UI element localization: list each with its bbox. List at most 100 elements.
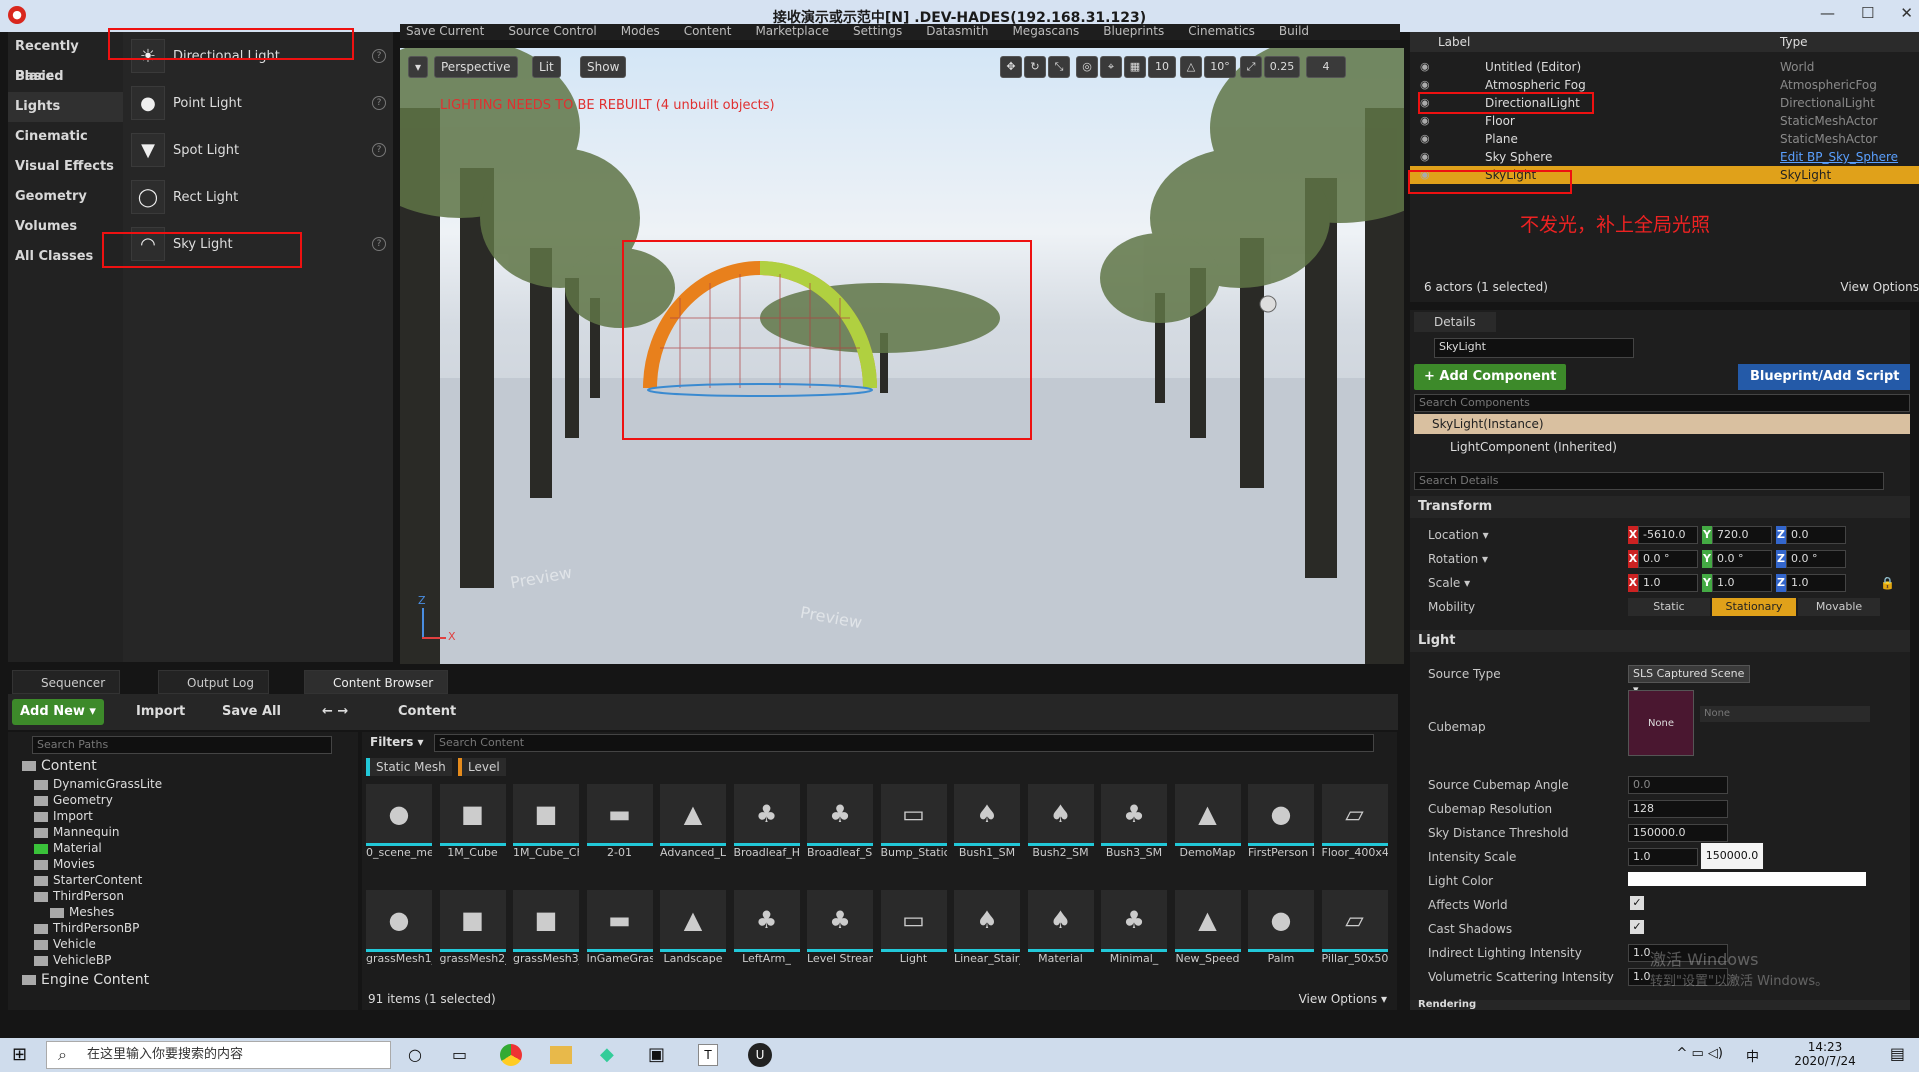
asset-tile[interactable]: ♠ Material — [1027, 890, 1094, 965]
show-button[interactable]: Show — [580, 56, 627, 78]
surface-snap-icon[interactable]: ⌖ — [1100, 56, 1122, 78]
affects-world-checkbox[interactable]: ✓ — [1630, 896, 1644, 910]
blueprint-button[interactable]: Blueprint/Add Script — [1738, 364, 1910, 390]
asset-tile[interactable]: ♣ Bush3_SM — [1101, 784, 1167, 859]
category-all-classes[interactable]: All Classes — [8, 242, 123, 272]
maximize-button[interactable]: ☐ — [1861, 4, 1874, 22]
asset-tile[interactable]: ▲Advanced_Lighting — [660, 784, 726, 859]
visibility-eye-icon[interactable]: ◉ — [1420, 130, 1430, 148]
transform-section[interactable]: Transform — [1410, 496, 1910, 518]
perspective-button[interactable]: Perspective — [434, 56, 518, 78]
asset-tile[interactable]: ▭Bump_Static Mesh — [880, 784, 947, 859]
help-icon[interactable]: ? — [372, 96, 386, 110]
grid-snap-icon[interactable]: ▦ — [1124, 56, 1146, 78]
visibility-eye-icon[interactable]: ◉ — [1420, 166, 1430, 184]
notification-icon[interactable]: ▤ — [1890, 1044, 1905, 1063]
rendering-section[interactable]: Rendering — [1410, 1000, 1910, 1010]
help-icon[interactable]: ? — [372, 237, 386, 251]
asset-tile[interactable]: ●FirstPerson Projectile Mesh — [1248, 784, 1314, 859]
cubemap-asset-dropdown[interactable]: None — [1700, 706, 1870, 722]
rotation-y[interactable]: 0.0 ° — [1712, 550, 1772, 568]
light-section[interactable]: Light — [1410, 630, 1910, 652]
outliner-row-sky-sphere[interactable]: ◉ Sky Sphere Edit BP_Sky_Sphere — [1410, 148, 1919, 166]
component-instance-row[interactable]: SkyLight(Instance) — [1414, 414, 1910, 434]
unreal-engine-icon[interactable]: U — [748, 1043, 772, 1067]
edit-blueprint-link[interactable]: Edit BP_Sky_Sphere — [1780, 148, 1898, 166]
remote-desktop-icon[interactable]: ▣ — [648, 1044, 665, 1065]
light-color-swatch[interactable] — [1628, 872, 1866, 886]
minimize-button[interactable]: — — [1820, 4, 1835, 22]
tree-meshes[interactable]: Meshes — [50, 904, 114, 920]
add-new-button[interactable]: Add New ▾ — [12, 699, 104, 725]
visibility-eye-icon[interactable]: ◉ — [1420, 112, 1430, 130]
asset-tile[interactable]: ■ grassMesh3_ — [513, 890, 579, 965]
asset-tile[interactable]: ▲ DemoMap — [1174, 784, 1241, 859]
tree-thirdpersonbp[interactable]: ThirdPersonBP — [34, 920, 139, 936]
tree-thirdperson[interactable]: ThirdPerson — [34, 888, 124, 904]
grid-snap-value[interactable]: 10 — [1148, 56, 1176, 78]
help-icon[interactable]: ? — [372, 49, 386, 63]
category-recently-placed[interactable]: Recently Placed — [8, 32, 123, 84]
col-type[interactable]: Type — [1780, 35, 1808, 49]
rotation-snap-value[interactable]: 10° — [1204, 56, 1236, 78]
scale-snap-icon[interactable]: ⤢ — [1240, 56, 1262, 78]
asset-tile[interactable]: ■ grassMesh2_ — [439, 890, 506, 965]
asset-tile[interactable]: ♣Broadleaf_Sapling — [807, 784, 873, 859]
scale-z[interactable]: 1.0 — [1786, 574, 1846, 592]
tab-output-log[interactable]: Output Log — [158, 670, 269, 694]
asset-tile[interactable]: ●0_scene_mesh_ — [366, 784, 432, 859]
close-button[interactable]: ✕ — [1900, 4, 1913, 22]
rotation-label[interactable]: Rotation ▾ — [1428, 552, 1488, 566]
category-volumes[interactable]: Volumes — [8, 212, 123, 242]
source-cubemap-angle-field[interactable]: 0.0 — [1628, 776, 1728, 794]
mobility-movable[interactable]: Movable — [1798, 598, 1880, 616]
cubemap-resolution-field[interactable]: 128 — [1628, 800, 1728, 818]
asset-tile[interactable]: ▱Pillar_50x500 — [1321, 890, 1388, 965]
path-breadcrumb[interactable]: Content — [390, 699, 464, 725]
source-type-dropdown[interactable]: SLS Captured Scene ▾ — [1628, 665, 1750, 696]
rotation-z[interactable]: 0.0 ° — [1786, 550, 1846, 568]
translate-icon[interactable]: ✥ — [1000, 56, 1022, 78]
scale-icon[interactable]: ⤡ — [1048, 56, 1070, 78]
asset-tile[interactable]: ▲ New_Speed — [1174, 890, 1241, 965]
asset-tile[interactable]: ♠ Bush1_SM — [954, 784, 1020, 859]
scale-snap-value[interactable]: 0.25 — [1264, 56, 1300, 78]
intensity-scale-field[interactable]: 1.0 — [1628, 848, 1698, 866]
filters-button[interactable]: Filters ▾ — [362, 732, 432, 752]
asset-tile[interactable]: ▱Floor_400x400 — [1321, 784, 1388, 859]
asset-tile[interactable]: ♣ LeftArm_ — [733, 890, 800, 965]
cubemap-thumbnail[interactable]: None — [1628, 690, 1694, 756]
asset-tile[interactable]: ▬InGameGrass — [586, 890, 653, 965]
asset-tile[interactable]: ♠ Bush2_SM — [1027, 784, 1094, 859]
visibility-eye-icon[interactable]: ◉ — [1420, 76, 1430, 94]
outliner-view-options[interactable]: View Options — [1840, 280, 1919, 294]
scale-label[interactable]: Scale ▾ — [1428, 576, 1470, 590]
windows-start-icon[interactable]: ⊞ — [12, 1044, 27, 1065]
filter-chip-level[interactable]: Level — [458, 758, 506, 776]
search-details-input[interactable]: Search Details — [1414, 472, 1884, 490]
outliner-row-atmospheric-fog[interactable]: ◉ Atmospheric Fog AtmosphericFog — [1410, 76, 1919, 94]
chrome-icon[interactable] — [500, 1044, 522, 1066]
location-y[interactable]: 720.0 — [1712, 526, 1772, 544]
tree-geometry[interactable]: Geometry — [34, 792, 113, 808]
app-diamond-icon[interactable]: ◆ — [600, 1044, 614, 1065]
filter-chip-static-mesh[interactable]: Static Mesh — [366, 758, 452, 776]
asset-tile[interactable]: ■ 1M_Cube — [439, 784, 506, 859]
history-arrows[interactable]: ← → — [314, 699, 356, 725]
tree-mannequin[interactable]: Mannequin — [34, 824, 119, 840]
toolbar-save-current[interactable]: Save Current — [406, 24, 484, 40]
help-icon[interactable]: ? — [372, 143, 386, 157]
asset-tile[interactable]: ♣Broadleaf_Hero_Field — [733, 784, 800, 859]
input-language[interactable]: 中 — [1746, 1046, 1759, 1065]
details-tab[interactable]: Details — [1414, 312, 1496, 332]
place-item-sky-light[interactable]: ◠ Sky Light ? — [131, 224, 386, 264]
asset-tile[interactable]: ▬ 2-01 — [586, 784, 653, 859]
location-x[interactable]: -5610.0 — [1638, 526, 1698, 544]
toolbar-source-control[interactable]: Source Control — [508, 24, 596, 40]
outliner-row-plane[interactable]: ◉ Plane StaticMeshActor — [1410, 130, 1919, 148]
file-explorer-icon[interactable] — [550, 1046, 572, 1064]
category-basic[interactable]: Basic — [8, 62, 123, 92]
scale-y[interactable]: 1.0 — [1712, 574, 1772, 592]
tree-startercontent[interactable]: StarterContent — [34, 872, 142, 888]
actor-name-field[interactable]: SkyLight — [1434, 338, 1634, 358]
